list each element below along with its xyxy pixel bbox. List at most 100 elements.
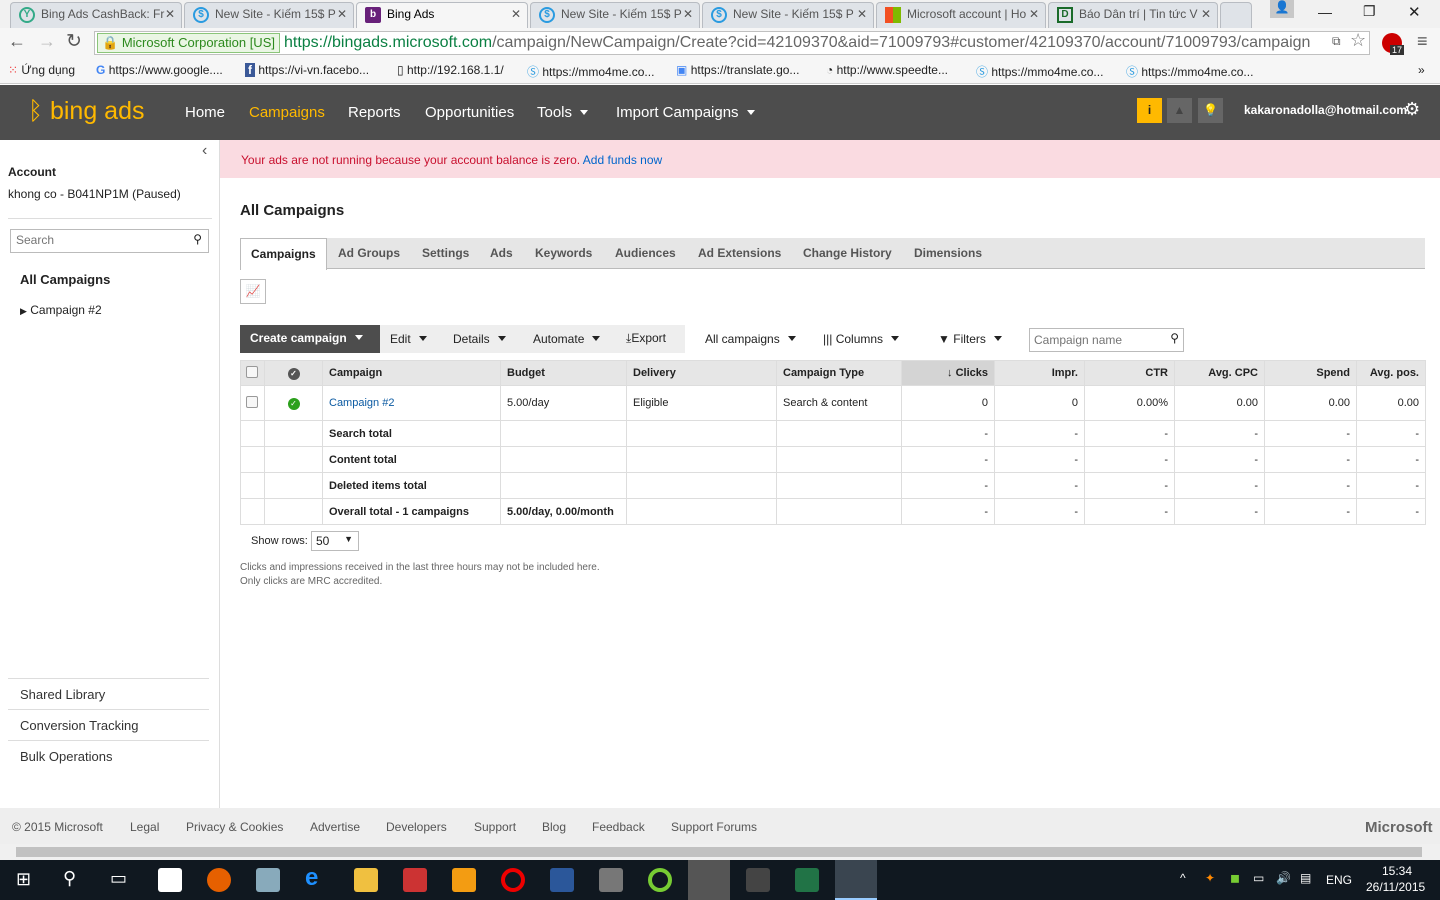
bing-ads-logo[interactable]: ᛒ bing ads — [28, 97, 145, 126]
footer-link[interactable]: Blog — [542, 820, 566, 834]
word-icon[interactable] — [550, 868, 574, 892]
firefox-icon[interactable] — [207, 868, 231, 892]
sidebar-campaign-item[interactable]: ▶ Campaign #2 — [20, 303, 102, 317]
footer-link[interactable]: Support — [474, 820, 516, 834]
more-bookmarks-icon[interactable]: » — [1418, 63, 1425, 77]
tab-ads[interactable]: Ads — [490, 238, 513, 269]
sidebar-search-input[interactable] — [11, 230, 181, 250]
restore-button[interactable]: ❐ — [1363, 3, 1376, 20]
reload-icon[interactable]: ↻ — [66, 30, 82, 53]
browser-tab[interactable]: $ New Site - Kiếm 15$ P ✕ — [530, 2, 700, 28]
add-funds-link[interactable]: Add funds now — [583, 153, 662, 167]
back-icon[interactable]: ← — [8, 31, 26, 52]
search-icon[interactable]: ⚲ — [193, 232, 202, 246]
clock-time[interactable]: 15:34 — [1382, 864, 1412, 878]
bookmark[interactable]: Ⓢ https://mmo4me.co... — [1126, 63, 1253, 80]
nav-home[interactable]: Home — [185, 104, 225, 121]
status-header-icon[interactable]: ✓ — [287, 367, 300, 380]
bookmark[interactable]: Ⓢ https://mmo4me.co... — [527, 63, 654, 80]
opera-icon[interactable] — [501, 868, 525, 892]
info-icon[interactable]: i — [1137, 98, 1162, 123]
chrome-icon[interactable] — [835, 860, 877, 900]
footer-link[interactable]: Advertise — [310, 820, 360, 834]
app-icon[interactable] — [648, 868, 672, 892]
browser-tab[interactable]: Y Bing Ads CashBack: Fr ✕ — [10, 2, 182, 28]
edge-icon[interactable]: e — [305, 864, 329, 891]
tab-audiences[interactable]: Audiences — [615, 238, 676, 269]
campaign-link[interactable]: Campaign #2 — [322, 385, 501, 421]
tab-ad-groups[interactable]: Ad Groups — [338, 238, 400, 269]
tab-campaigns[interactable]: Campaigns — [240, 238, 327, 270]
search-icon[interactable]: ⚲ — [1170, 331, 1179, 345]
volume-icon[interactable]: 🔊 — [1276, 871, 1291, 885]
create-campaign-button[interactable]: Create campaign — [240, 325, 380, 353]
sidebar-all-campaigns[interactable]: All Campaigns — [20, 272, 110, 287]
clock-date[interactable]: 26/11/2015 — [1366, 880, 1425, 894]
bookmark-apps[interactable]: ⁙ Ứng dụng — [8, 63, 75, 77]
footer-link[interactable]: Support Forums — [671, 820, 757, 834]
app-icon-active[interactable] — [688, 860, 730, 900]
col-avg-cpc[interactable]: Avg. CPC — [1174, 360, 1265, 386]
file-explorer-icon[interactable] — [354, 868, 378, 892]
browser-tab[interactable]: $ New Site - Kiếm 15$ P ✕ — [702, 2, 874, 28]
nav-opportunities[interactable]: Opportunities — [425, 104, 514, 121]
forward-icon[interactable]: → — [38, 31, 56, 52]
lightbulb-icon[interactable]: 💡 — [1198, 98, 1223, 123]
bookmark[interactable]: ▯ http://192.168.1.1/ — [397, 63, 504, 77]
show-rows-select[interactable]: 50 ▼ — [311, 531, 359, 551]
browser-tab[interactable]: $ New Site - Kiếm 15$ P ✕ — [184, 2, 354, 28]
tab-dimensions[interactable]: Dimensions — [914, 238, 982, 269]
notifications-icon[interactable]: ▤ — [1300, 871, 1311, 885]
tab-change-history[interactable]: Change History — [803, 238, 892, 269]
collapse-sidebar-icon[interactable]: ‹ — [202, 142, 207, 160]
media-player-icon[interactable] — [452, 868, 476, 892]
star-icon[interactable]: ☆ — [1350, 30, 1366, 51]
store-icon[interactable] — [158, 868, 182, 892]
close-tab-icon[interactable]: ✕ — [1201, 7, 1211, 21]
minimize-button[interactable]: — — [1318, 4, 1332, 20]
bookmark[interactable]: ◔ http://www.speedte... — [826, 63, 948, 77]
browser-tab[interactable]: D Báo Dân trí | Tin tức V ✕ — [1048, 2, 1218, 28]
close-tab-icon[interactable]: ✕ — [857, 7, 867, 21]
bookmark[interactable]: ▣ https://translate.go... — [676, 63, 799, 77]
campaign-search[interactable]: ⚲ — [1029, 328, 1184, 352]
app-icon[interactable] — [256, 868, 280, 892]
app-icon[interactable] — [403, 868, 427, 892]
network-icon[interactable]: ▭ — [1253, 871, 1264, 885]
col-delivery[interactable]: Delivery — [626, 360, 777, 386]
columns-button[interactable]: ||| Columns — [823, 332, 899, 346]
col-campaign[interactable]: Campaign — [322, 360, 501, 386]
close-tab-icon[interactable]: ✕ — [1029, 7, 1039, 21]
col-spend[interactable]: Spend — [1264, 360, 1357, 386]
chart-toggle-icon[interactable]: 📈 — [240, 279, 266, 304]
col-campaign-type[interactable]: Campaign Type — [776, 360, 902, 386]
task-view-icon[interactable]: ▭ — [110, 868, 127, 889]
select-all-checkbox[interactable] — [246, 365, 258, 378]
col-ctr[interactable]: CTR — [1084, 360, 1175, 386]
sidebar-bulk-operations[interactable]: Bulk Operations — [20, 749, 113, 764]
search-icon[interactable]: ⚲ — [63, 868, 76, 889]
sidebar-conversion-tracking[interactable]: Conversion Tracking — [20, 718, 139, 733]
campaign-search-input[interactable] — [1030, 329, 1160, 350]
browser-tab[interactable]: Microsoft account | Ho ✕ — [876, 2, 1046, 28]
new-tab-button[interactable] — [1220, 2, 1252, 28]
automate-menu[interactable]: Automate — [533, 332, 600, 346]
profile-icon[interactable]: 👤 — [1270, 0, 1294, 18]
campaign-filter-dropdown[interactable]: All campaigns — [705, 332, 796, 346]
tab-ad-extensions[interactable]: Ad Extensions — [698, 238, 781, 269]
keyboard-icon[interactable] — [746, 868, 770, 892]
bookmark[interactable]: G https://www.google.... — [96, 63, 223, 77]
col-avg-pos[interactable]: Avg. pos. — [1356, 360, 1426, 386]
user-email[interactable]: kakaronadolla@hotmail.com — [1244, 103, 1407, 117]
cell-budget[interactable]: 5.00/day — [500, 385, 627, 421]
footer-link[interactable]: Privacy & Cookies — [186, 820, 283, 834]
footer-link[interactable]: Legal — [130, 820, 159, 834]
edit-menu[interactable]: Edit — [390, 332, 427, 346]
close-window-button[interactable]: ✕ — [1408, 3, 1421, 21]
tray-chevron-icon[interactable]: ^ — [1180, 871, 1186, 885]
row-checkbox[interactable] — [246, 395, 258, 408]
footer-link[interactable]: Feedback — [592, 820, 645, 834]
excel-icon[interactable] — [795, 868, 819, 892]
tab-settings[interactable]: Settings — [422, 238, 469, 269]
browser-tab-active[interactable]: b Bing Ads ✕ — [356, 2, 528, 28]
